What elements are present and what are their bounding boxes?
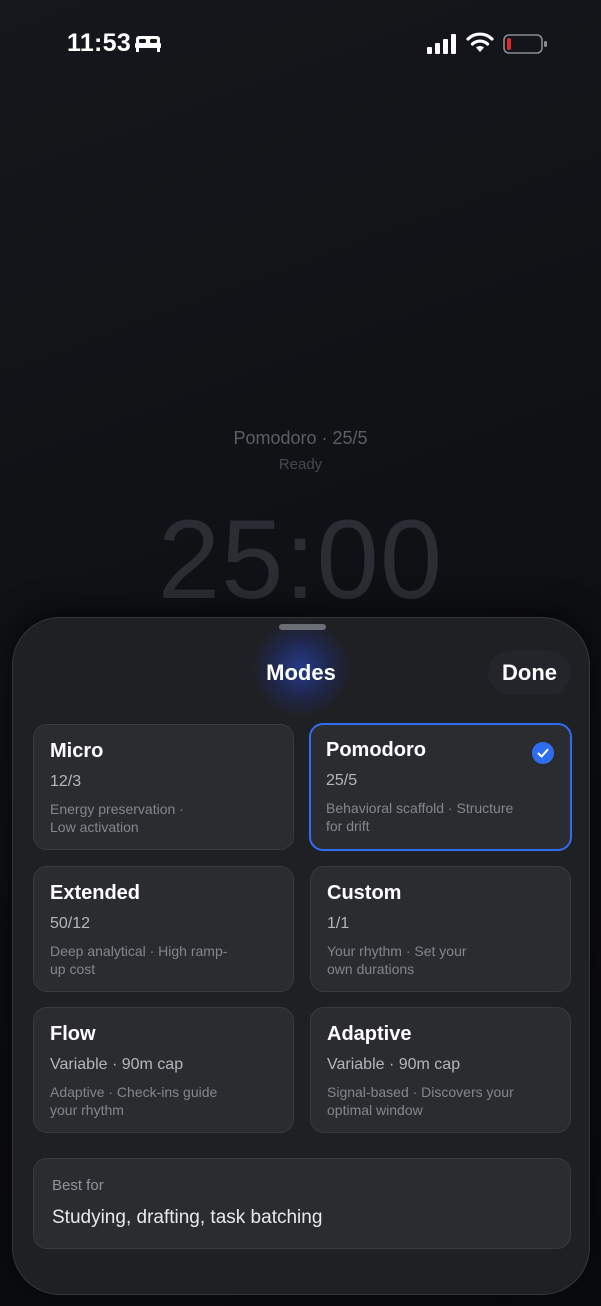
mode-card-adaptive[interactable]: Adaptive Variable · 90m cap Signal-based…	[310, 1007, 571, 1133]
mode-description-line2: for drift	[326, 818, 370, 834]
mode-title: Adaptive	[327, 1023, 412, 1045]
mode-title: Custom	[327, 882, 402, 904]
mode-description-line1: Behavioral scaffold · Structure	[326, 800, 514, 816]
done-button[interactable]: Done	[488, 651, 571, 695]
best-for-value: Studying, drafting, task batching	[52, 1207, 323, 1228]
timer-state: Ready	[278, 456, 323, 473]
current-mode-label: Pomodoro · 25/5	[233, 428, 368, 448]
mode-card-custom[interactable]: Custom 1/1 Your rhythm · Set your own du…	[310, 866, 571, 992]
battery-low-icon	[503, 34, 547, 54]
mode-title: Pomodoro	[326, 739, 426, 761]
mode-ratio: 25/5	[326, 772, 358, 789]
mode-title: Micro	[50, 740, 104, 762]
mode-description-line1: Signal-based · Discovers your	[327, 1084, 514, 1100]
best-for-panel: Best for Studying, drafting, task batchi…	[33, 1158, 571, 1249]
mode-ratio: 50/12	[50, 915, 91, 932]
mode-ratio: 12/3	[50, 773, 82, 790]
checkmark-icon	[532, 742, 554, 764]
wifi-icon	[466, 32, 494, 52]
mode-card-extended[interactable]: Extended 50/12 Deep analytical · High ra…	[33, 866, 294, 992]
mode-description-line2: optimal window	[327, 1102, 423, 1118]
mode-card-pomodoro[interactable]: Pomodoro 25/5 Behavioral scaffold · Stru…	[309, 723, 572, 851]
mode-description-line1: Your rhythm · Set your	[327, 943, 467, 959]
status-time: 11:53	[67, 29, 132, 57]
best-for-label: Best for	[52, 1177, 104, 1194]
mode-description-line2: own durations	[327, 961, 415, 977]
mode-description-line2: Low activation	[50, 819, 139, 835]
mode-title: Extended	[50, 882, 141, 904]
status-bar: 11:53	[0, 0, 601, 90]
mode-ratio: Variable · 90m cap	[327, 1056, 461, 1073]
timer-display: 25:00	[157, 497, 444, 622]
mode-ratio: 1/1	[327, 915, 350, 932]
mode-description-line1: Energy preservation ·	[50, 801, 184, 817]
modes-sheet: Modes Done Micro 12/3 Energy preservatio…	[12, 617, 590, 1295]
mode-description-line1: Deep analytical · High ramp-	[50, 943, 228, 959]
mode-description-line2: up cost	[50, 961, 96, 977]
bed-icon	[135, 36, 161, 52]
mode-card-flow[interactable]: Flow Variable · 90m cap Adaptive · Check…	[33, 1007, 294, 1133]
mode-title: Flow	[50, 1023, 96, 1045]
mode-ratio: Variable · 90m cap	[50, 1056, 184, 1073]
screen: 11:53 Pomodoro · 25/5 Ready 25:00 Modes …	[0, 0, 601, 1306]
mode-description-line2: your rhythm	[50, 1102, 124, 1118]
mode-description-line1: Adaptive · Check-ins guide	[50, 1084, 218, 1100]
mode-card-micro[interactable]: Micro 12/3 Energy preservation · Low act…	[33, 724, 294, 850]
signal-icon	[427, 34, 456, 54]
sheet-grabber[interactable]	[279, 624, 326, 630]
